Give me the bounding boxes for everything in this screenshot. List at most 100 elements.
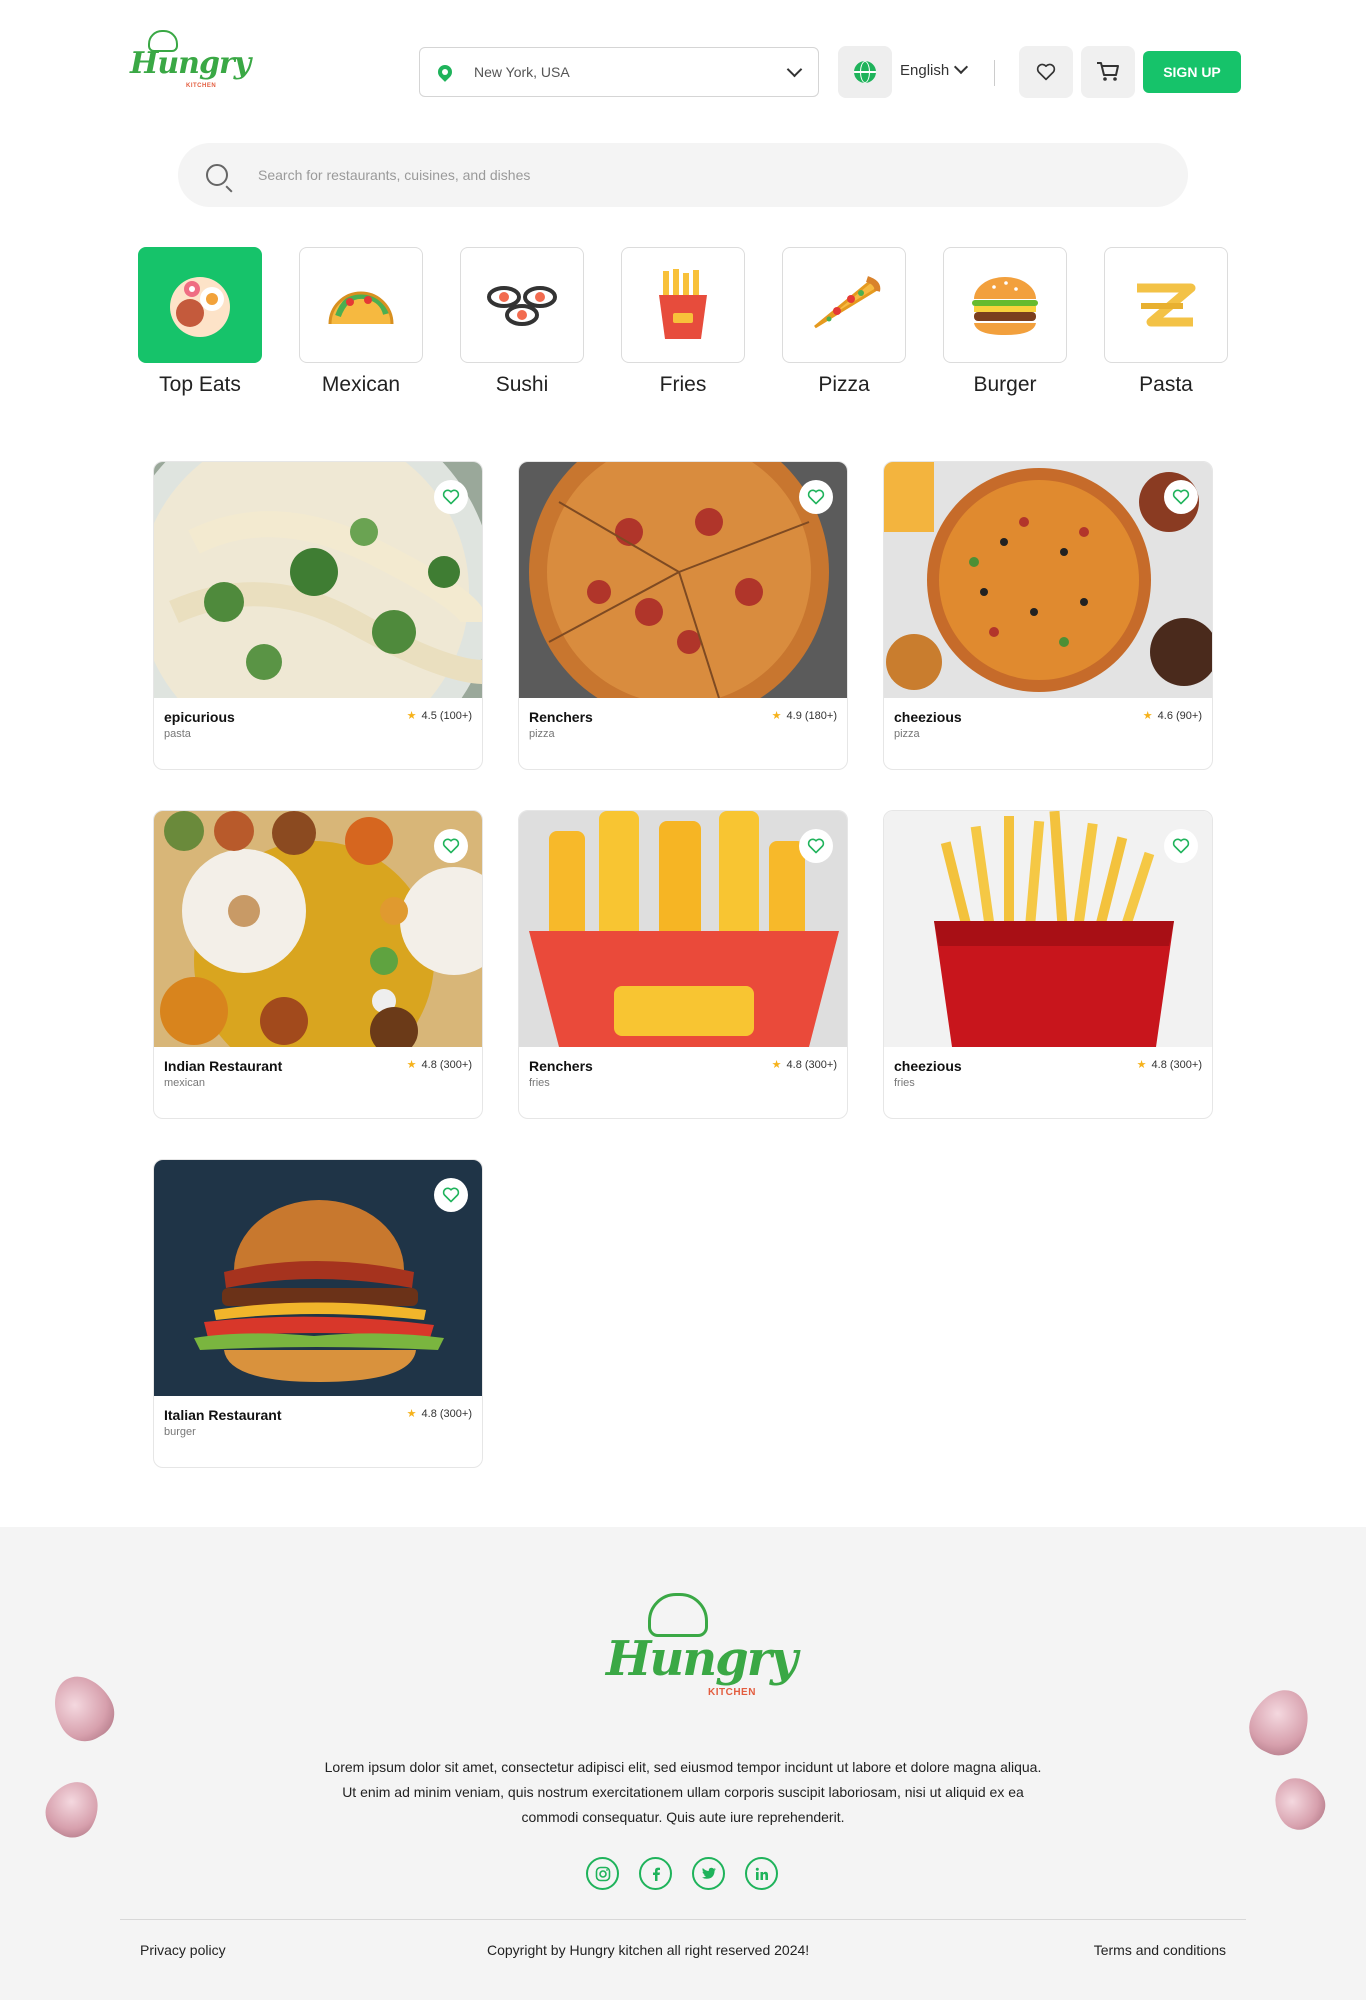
logo-subtext: KITCHEN [186, 83, 217, 89]
footer-logo[interactable]: Hungry KITCHEN [600, 1593, 798, 1703]
favorite-button[interactable] [434, 1178, 468, 1212]
category-sushi[interactable]: Sushi [460, 247, 584, 397]
category-tile[interactable] [138, 247, 262, 363]
star-icon: ★ [1142, 710, 1153, 722]
restaurant-card[interactable]: epicurious pasta ★ 4.5 (100+) [153, 461, 483, 770]
rating-value: 4.8 [421, 1059, 437, 1071]
favorite-button[interactable] [1164, 480, 1198, 514]
restaurant-category: pasta [164, 728, 191, 740]
facebook-icon[interactable] [639, 1857, 672, 1890]
favorite-button[interactable] [1164, 829, 1198, 863]
favorite-button[interactable] [434, 829, 468, 863]
restaurant-card[interactable]: Renchers pizza ★ 4.9 (180+) [518, 461, 848, 770]
category-label: Mexican [321, 373, 401, 396]
copyright-text: Copyright by Hungry kitchen all right re… [487, 1942, 810, 1958]
restaurant-card[interactable]: Indian Restaurant mexican ★ 4.8 (300+) [153, 810, 483, 1119]
category-fries[interactable]: Fries [621, 247, 745, 397]
favorites-button[interactable] [1019, 46, 1073, 98]
restaurant-name: cheezious [894, 709, 962, 725]
social-links [586, 1857, 778, 1891]
star-icon: ★ [406, 1059, 417, 1071]
restaurant-category: fries [894, 1077, 915, 1089]
restaurant-card[interactable]: Renchers fries ★ 4.8 (300+) [518, 810, 848, 1119]
linkedin-icon[interactable] [745, 1857, 778, 1890]
restaurant-image[interactable] [154, 1160, 482, 1396]
rating-value: 4.8 [1151, 1059, 1167, 1071]
cart-icon [1097, 62, 1119, 81]
sushi-icon [487, 286, 557, 326]
category-pasta[interactable]: Pasta [1104, 247, 1228, 397]
restaurant-name: cheezious [894, 1058, 962, 1074]
heart-icon [442, 838, 460, 854]
star-icon: ★ [771, 710, 782, 722]
restaurant-image[interactable] [154, 811, 482, 1047]
privacy-policy-link[interactable]: Privacy policy [140, 1942, 226, 1958]
search-icon [206, 164, 228, 186]
favorite-button[interactable] [799, 480, 833, 514]
category-tile[interactable] [1104, 247, 1228, 363]
restaurant-name: Renchers [529, 709, 593, 725]
star-icon: ★ [406, 710, 417, 722]
star-icon: ★ [406, 1408, 417, 1420]
chevron-down-icon[interactable] [953, 59, 969, 75]
category-mexican[interactable]: Mexican [299, 247, 423, 397]
category-top-eats[interactable]: Top Eats [138, 247, 262, 397]
review-count: (180+) [804, 710, 837, 722]
language-selector[interactable]: English [900, 62, 949, 79]
search-bar[interactable]: Search for restaurants, cuisines, and di… [178, 143, 1188, 207]
restaurant-card[interactable]: cheezious pizza ★ 4.6 (90+) [883, 461, 1213, 770]
language-globe-button[interactable] [838, 46, 892, 98]
category-tile[interactable] [299, 247, 423, 363]
cart-button[interactable] [1081, 46, 1135, 98]
heart-icon [807, 838, 825, 854]
category-tile[interactable] [782, 247, 906, 363]
star-icon: ★ [1136, 1059, 1147, 1071]
category-burger[interactable]: Burger [943, 247, 1067, 397]
restaurant-image[interactable] [884, 811, 1212, 1047]
signup-button[interactable]: SIGN UP [1143, 51, 1241, 93]
restaurant-category: mexican [164, 1077, 205, 1089]
category-label: Pizza [818, 373, 870, 396]
restaurant-name: epicurious [164, 709, 235, 725]
terms-link[interactable]: Terms and conditions [1094, 1942, 1226, 1958]
linkedin-glyph [755, 1867, 768, 1880]
restaurant-image[interactable] [519, 462, 847, 698]
restaurant-card[interactable]: Italian Restaurant burger ★ 4.8 (300+) [153, 1159, 483, 1468]
restaurant-rating: ★ 4.8 (300+) [407, 1407, 472, 1420]
restaurant-rating: ★ 4.8 (300+) [1137, 1058, 1202, 1071]
logo[interactable]: Hungry KITCHEN [128, 28, 251, 96]
heart-icon [807, 489, 825, 505]
rating-value: 4.6 [1157, 710, 1173, 722]
restaurant-name: Italian Restaurant [164, 1407, 282, 1423]
favorite-button[interactable] [434, 480, 468, 514]
review-count: (300+) [1169, 1059, 1202, 1071]
chevron-down-icon [786, 61, 803, 77]
garlic-decoration [37, 1772, 109, 1846]
footer-logo-text: Hungry [606, 1631, 798, 1687]
category-tile[interactable] [621, 247, 745, 363]
favorite-button[interactable] [799, 829, 833, 863]
instagram-icon[interactable] [586, 1857, 619, 1890]
divider [994, 60, 995, 86]
burger-icon [972, 277, 1038, 335]
heart-icon [1172, 489, 1190, 505]
restaurant-image[interactable] [519, 811, 847, 1047]
location-pin-icon [435, 62, 455, 82]
category-label: Burger [973, 373, 1037, 396]
category-list: Top Eats Mexican Sushi Fries Pizza Burge… [138, 247, 1228, 407]
restaurant-card[interactable]: cheezious fries ★ 4.8 (300+) [883, 810, 1213, 1119]
review-count: (300+) [439, 1059, 472, 1071]
restaurant-image[interactable] [154, 462, 482, 698]
category-pizza[interactable]: Pizza [782, 247, 906, 397]
search-input[interactable]: Search for restaurants, cuisines, and di… [258, 167, 530, 183]
twitter-icon[interactable] [692, 1857, 725, 1890]
heart-icon [442, 489, 460, 505]
restaurant-category: pizza [894, 728, 920, 740]
category-tile[interactable] [460, 247, 584, 363]
location-selector[interactable]: New York, USA [419, 47, 819, 97]
restaurant-image[interactable] [884, 462, 1212, 698]
restaurant-name: Renchers [529, 1058, 593, 1074]
restaurant-category: pizza [529, 728, 555, 740]
twitter-glyph [701, 1867, 716, 1879]
category-tile[interactable] [943, 247, 1067, 363]
